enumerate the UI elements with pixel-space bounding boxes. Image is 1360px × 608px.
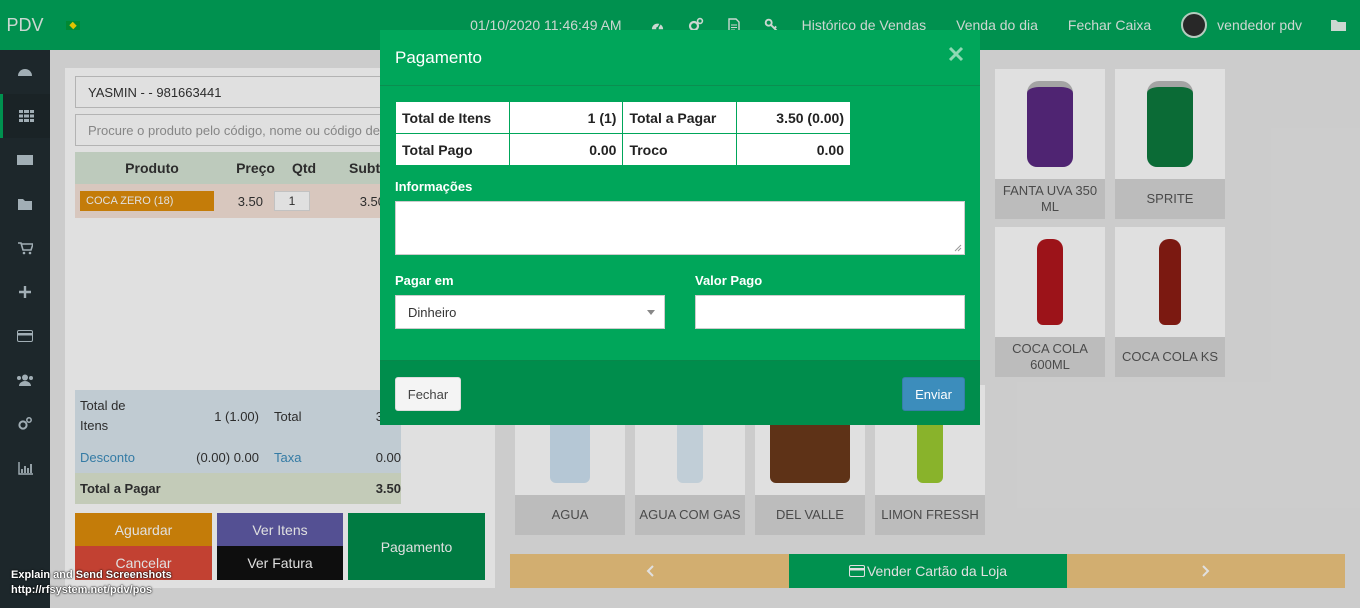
info-textarea[interactable] — [395, 201, 965, 255]
summary-total-pay-label: Total a Pagar — [622, 101, 738, 134]
watermark-line2: http://rfsystem.net/pdv/pos — [11, 584, 153, 596]
info-label: Informações — [395, 179, 473, 194]
pay-in-label: Pagar em — [395, 273, 454, 288]
close-button[interactable]: Fechar — [395, 377, 461, 411]
summary-total-items-value: 1 (1) — [508, 101, 624, 134]
chevron-down-icon — [647, 310, 655, 315]
paid-value-label: Valor Pago — [695, 273, 763, 288]
payment-summary-table: Total de Itens 1 (1) Total a Pagar 3.50 … — [395, 101, 851, 166]
modal-header: Pagamento — [380, 30, 980, 86]
summary-total-paid-value: 0.00 — [508, 133, 624, 166]
send-button[interactable]: Enviar — [902, 377, 965, 411]
summary-change-label: Troco — [622, 133, 738, 166]
summary-total-items-label: Total de Itens — [395, 101, 510, 134]
modal-title: Pagamento — [395, 47, 482, 67]
summary-change-value: 0.00 — [736, 133, 851, 166]
payment-method-value: Dinheiro — [408, 305, 457, 320]
paid-value-input[interactable] — [695, 295, 965, 329]
summary-total-pay-value: 3.50 (0.00) — [736, 101, 851, 134]
close-icon[interactable] — [948, 46, 964, 62]
summary-total-paid-label: Total Pago — [395, 133, 510, 166]
modal-footer: Fechar Enviar — [380, 360, 980, 425]
watermark: Explain and Send Screenshots http://rfsy… — [11, 568, 172, 598]
payment-method-select[interactable]: Dinheiro — [395, 295, 665, 329]
payment-modal: Pagamento Total de Itens 1 (1) Total a P… — [380, 30, 980, 425]
watermark-line1: Explain and Send Screenshots — [11, 569, 172, 581]
resize-handle-icon[interactable] — [954, 244, 962, 252]
